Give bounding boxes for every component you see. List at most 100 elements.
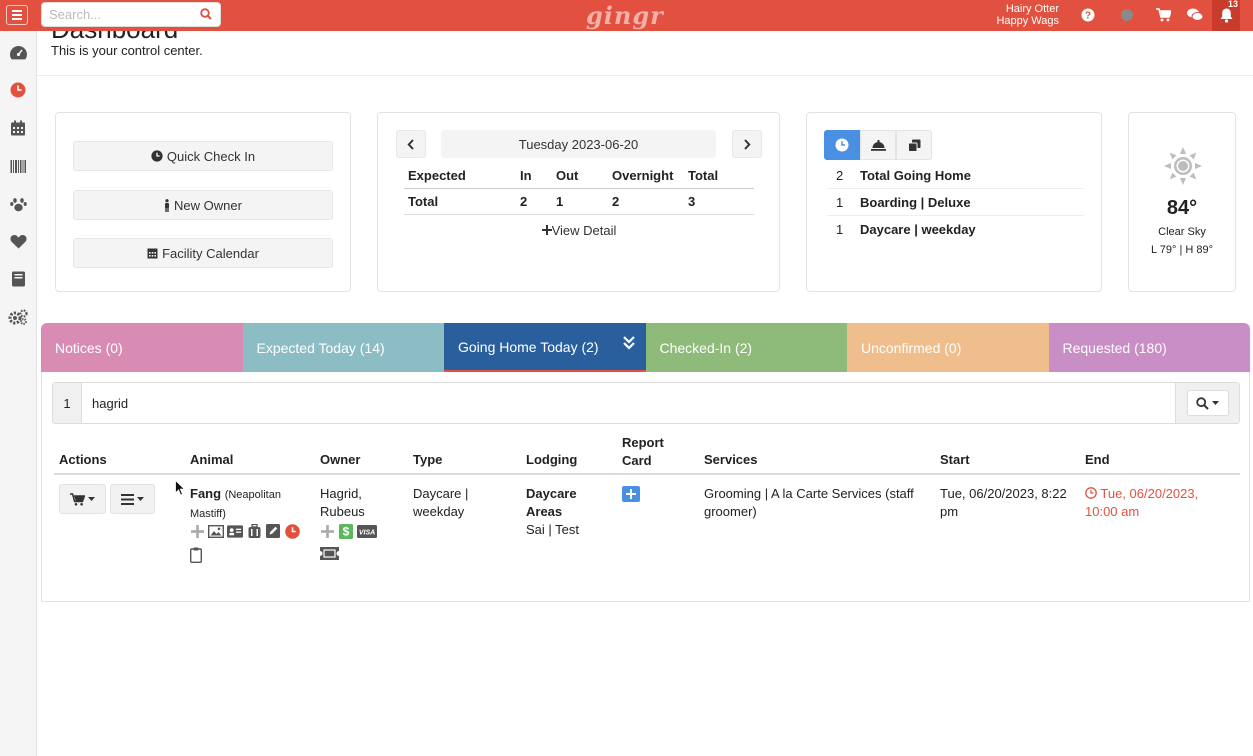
hamburger-menu-icon[interactable] <box>6 5 28 25</box>
quick-check-in-button[interactable]: Quick Check In <box>73 141 333 171</box>
stats-table: Expected In Out Overnight Total Total 2 … <box>404 163 754 215</box>
going-home-row: 1 Daycare | weekday <box>827 216 1084 243</box>
weather-temperature: 84° <box>1166 197 1198 219</box>
header-report-card-line: Card <box>622 453 652 468</box>
search-icon[interactable] <box>200 8 212 20</box>
svg-text:VISA: VISA <box>359 529 375 536</box>
tab-expected-today[interactable]: Expected Today (14) <box>242 323 444 372</box>
edit-icon[interactable] <box>265 523 281 539</box>
plus-icon <box>626 489 636 499</box>
double-chevron-down-icon[interactable] <box>622 335 636 351</box>
services-cell: Grooming | A la Carte Services (staff gr… <box>704 485 929 521</box>
bell-icon <box>1220 8 1232 23</box>
notifications-button[interactable]: 13 <box>1212 0 1240 31</box>
tab-checked-in[interactable]: Checked-In (2) <box>645 323 847 372</box>
ticket-icon[interactable] <box>320 547 340 563</box>
user-info[interactable]: Hairy Otter Happy Wags <box>996 3 1059 27</box>
sidebar <box>0 31 37 756</box>
paw-icon[interactable] <box>8 194 28 214</box>
end-line: 10:00 am <box>1085 504 1140 519</box>
clock-view-button[interactable] <box>824 130 860 160</box>
tab-notices[interactable]: Notices (0) <box>41 323 243 372</box>
sun-icon <box>1164 147 1202 185</box>
total-label: Total <box>408 194 439 209</box>
service-view-button[interactable] <box>860 130 896 160</box>
header-animal: Animal <box>190 452 234 467</box>
filter-input[interactable] <box>82 383 1175 423</box>
clock-icon <box>151 150 163 162</box>
heart-icon[interactable] <box>8 231 28 251</box>
notification-badge: 13 <box>1227 0 1238 9</box>
owner-name-line: Hagrid, <box>320 486 362 501</box>
calendar-icon[interactable] <box>8 118 28 138</box>
going-home-label: Total Going Home <box>860 167 971 183</box>
cart-icon[interactable] <box>1154 6 1172 24</box>
clipboard-icon[interactable] <box>189 547 204 564</box>
lodging-line: Daycare <box>526 486 577 501</box>
visa-card-icon[interactable]: VISA <box>357 523 377 539</box>
header-lodging: Lodging <box>526 452 578 467</box>
dashboard-gauge-icon[interactable] <box>8 42 28 62</box>
new-owner-label: New Owner <box>174 197 242 213</box>
tab-requested[interactable]: Requested (180) <box>1048 323 1250 372</box>
animal-name[interactable]: Fang <box>190 486 221 501</box>
clock-icon <box>835 138 849 152</box>
selected-date[interactable]: Tuesday 2023-06-20 <box>441 130 716 158</box>
col-overnight: Overnight <box>612 168 674 183</box>
dollar-icon[interactable]: $ <box>338 523 354 539</box>
services-line: Grooming | A la Carte Services (staff <box>704 486 914 501</box>
owner-name-line: Rubeus <box>320 504 365 519</box>
end-cell: Tue, 06/20/2023, 10:00 am <box>1085 485 1235 521</box>
cart-actions-dropdown[interactable] <box>59 484 106 514</box>
add-report-card-button[interactable] <box>622 486 640 502</box>
header-owner: Owner <box>320 452 361 467</box>
next-day-button[interactable] <box>732 130 762 158</box>
tab-label: Notices (0) <box>55 339 123 356</box>
book-icon[interactable] <box>8 269 28 289</box>
clock-alert-icon[interactable] <box>284 523 300 539</box>
filter-search-button[interactable] <box>1175 383 1239 423</box>
header-report-card-line: Report <box>622 435 664 450</box>
tab-unconfirmed[interactable]: Unconfirmed (0) <box>847 323 1049 372</box>
top-bar: gingr Hairy Otter Happy Wags ? 13 <box>0 0 1253 31</box>
caret-down-icon <box>1212 401 1219 405</box>
going-home-count: 1 <box>836 194 844 210</box>
add-icon[interactable] <box>319 523 335 539</box>
start-cell: Tue, 06/20/2023, 8:22 pm <box>940 485 1080 521</box>
header-services: Services <box>704 452 758 467</box>
search-input[interactable] <box>42 3 192 26</box>
add-icon[interactable] <box>189 523 205 539</box>
luggage-icon[interactable] <box>246 523 262 539</box>
services-line: groomer) <box>704 504 757 519</box>
barcode-icon[interactable] <box>8 156 28 176</box>
tab-going-home-today[interactable]: Going Home Today (2) <box>444 323 646 372</box>
page-subtitle: This is your control center. <box>51 43 203 58</box>
col-total: Total <box>688 168 719 183</box>
type-line: weekday <box>413 504 465 519</box>
help-icon[interactable]: ? <box>1079 6 1097 24</box>
mouse-cursor-icon <box>175 480 185 496</box>
list-actions-dropdown[interactable] <box>110 484 155 514</box>
end-date: Tue, 06/20/2023, <box>1100 486 1199 501</box>
view-detail-link[interactable]: View Detail <box>404 223 754 238</box>
gears-icon[interactable] <box>8 307 28 327</box>
copy-view-button[interactable] <box>896 130 932 160</box>
photo-icon[interactable] <box>208 523 224 539</box>
facility-calendar-button[interactable]: Facility Calendar <box>73 238 333 268</box>
svg-text:?: ? <box>1085 11 1091 22</box>
previous-day-button[interactable] <box>396 130 426 158</box>
lodging-line: Sai | Test <box>526 522 579 537</box>
list-icon <box>121 493 134 505</box>
id-card-icon[interactable] <box>227 523 243 539</box>
clock-icon[interactable] <box>8 80 28 100</box>
new-owner-button[interactable]: New Owner <box>73 190 333 220</box>
total-total: 3 <box>688 194 696 209</box>
total-overnight: 2 <box>612 194 620 209</box>
search-icon <box>1196 396 1209 410</box>
chat-icon[interactable] <box>1186 6 1204 24</box>
quick-actions-card: Quick Check In New Owner Facility Calend… <box>55 112 351 292</box>
status-dot-icon[interactable] <box>1118 6 1136 24</box>
owner-cell[interactable]: Hagrid, Rubeus <box>320 485 400 521</box>
lodging-line: Areas <box>526 504 563 519</box>
reservation-tabs: Notices (0) Expected Today (14) Going Ho… <box>41 323 1250 372</box>
